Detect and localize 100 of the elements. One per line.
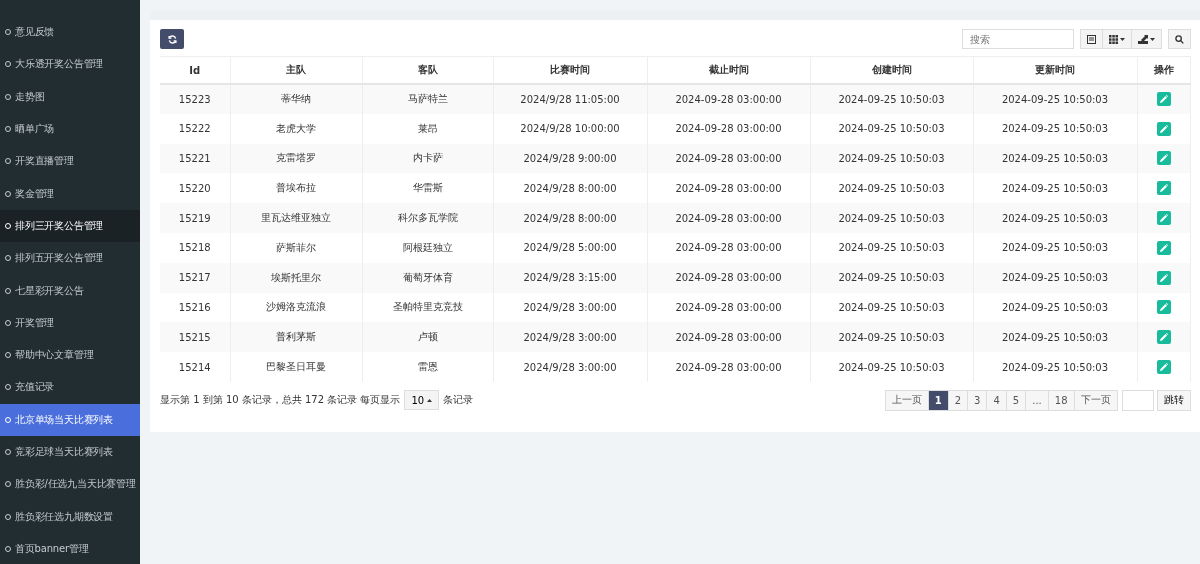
table-cell: 老虎大学 [230,113,362,144]
sidebar-item[interactable]: 排列三开奖公告管理 [0,209,140,243]
pencil-icon [1159,95,1168,104]
edit-button[interactable] [1156,151,1171,166]
table-cell: 2024-09-25 10:50:03 [810,352,973,382]
table-cell: 里瓦达维亚独立 [230,203,362,233]
refresh-icon [167,34,177,44]
edit-button[interactable] [1156,181,1171,196]
table-cell: 2024-09-25 10:50:03 [973,113,1137,144]
sidebar-item[interactable]: 晒单广场 [0,112,140,146]
jump-button[interactable]: 跳转 [1156,389,1191,411]
table-cell: 马萨特兰 [362,84,493,114]
table-cell: 阿根廷独立 [362,233,493,263]
page-button[interactable]: 1 [927,389,949,411]
table-cell: 埃斯托里尔 [230,262,362,293]
sidebar-item[interactable]: 开奖管理 [0,306,140,339]
page-button[interactable]: ... [1025,389,1049,411]
table-cell: 15222 [160,113,230,144]
page-button[interactable]: 18 [1047,389,1075,411]
sidebar-item[interactable]: 排列五开奖公告管理 [0,242,140,275]
table-cell: 2024-09-28 03:00:00 [647,262,810,293]
edit-button[interactable] [1156,270,1171,285]
toggle-view-button[interactable] [1079,29,1103,49]
caret-icon [1119,37,1125,41]
table-cell: 2024-09-25 10:50:03 [810,262,973,293]
refresh-button[interactable] [160,29,184,49]
table-cell: 2024-09-25 10:50:03 [973,84,1137,114]
pencil-icon [1159,243,1168,252]
table-cell: 15217 [160,262,230,293]
table-cell: 2024/9/28 3:00:00 [493,352,647,382]
table-cell: 2024/9/28 8:00:00 [493,203,647,233]
sidebar-item[interactable]: 开奖直播管理 [0,145,140,178]
page-button[interactable]: 下一页 [1073,389,1118,411]
table-cell: 2024-09-28 03:00:00 [647,203,810,233]
table-cell: 萨斯菲尔 [230,233,362,263]
page-button[interactable]: 上一页 [884,389,929,411]
table-cell: 15219 [160,203,230,233]
caret-icon [427,398,433,402]
search-field[interactable]: 搜索 [961,29,1074,49]
pencil-icon [1159,184,1168,193]
sidebar-item[interactable]: 走势图 [0,80,140,113]
table-cell: 15223 [160,84,230,114]
table-cell: 蒂华纳 [230,84,362,114]
sidebar-item[interactable]: 意见反馈 [0,16,140,49]
table-cell: 2024-09-25 10:50:03 [973,233,1137,263]
table-cell: 2024/9/28 11:05:00 [493,84,647,114]
edit-button[interactable] [1156,211,1171,226]
columns-button[interactable] [1101,29,1132,49]
sidebar-item[interactable]: 首页banner管理 [0,532,140,564]
sidebar-item[interactable]: 北京单场当天比赛列表 [0,403,140,436]
page-button[interactable]: 4 [986,389,1007,411]
sidebar-item[interactable]: 充值记录 [0,371,140,404]
table-cell: 2024-09-25 10:50:03 [973,352,1137,382]
pencil-icon [1159,273,1168,282]
table-cell: 2024-09-28 03:00:00 [647,233,810,263]
table-cell: 巴黎圣日耳曼 [230,352,362,382]
pencil-icon [1159,124,1168,133]
edit-button[interactable] [1156,330,1171,345]
edit-button[interactable] [1156,360,1171,375]
sidebar-item[interactable]: 帮助中心文章管理 [0,338,140,372]
pencil-icon [1159,363,1168,372]
pencil-icon [1159,154,1168,163]
table-cell: 2024/9/28 10:00:00 [493,113,647,144]
caret-icon [1149,37,1155,41]
sidebar-item[interactable]: 胜负彩任选九期数设置 [0,500,140,533]
pencil-icon [1159,333,1168,342]
table-cell: 15218 [160,233,230,263]
table-cell: 15214 [160,352,230,382]
export-icon [1137,34,1148,44]
records-label: 条记录 [443,393,474,408]
export-button[interactable] [1130,29,1162,49]
records-summary: 显示第 1 到第 10 条记录，总共 172 条记录 每页显示 [160,393,401,408]
edit-button[interactable] [1156,121,1171,136]
edit-button[interactable] [1156,240,1171,255]
table-cell: 2024/9/28 3:15:00 [493,262,647,293]
table-cell: 科尔多瓦学院 [362,203,493,233]
sidebar-item[interactable]: 胜负彩/任选九当天比赛管理 [0,468,140,501]
edit-button[interactable] [1156,300,1171,315]
table-cell: 雷恩 [362,352,493,382]
search-button[interactable] [1167,29,1191,49]
table-cell: 2024-09-25 10:50:03 [810,233,973,263]
table-cell: 2024-09-28 03:00:00 [647,84,810,114]
pencil-icon [1159,303,1168,312]
page-input[interactable] [1121,389,1154,411]
table-cell: 莱昂 [362,113,493,144]
sidebar-item[interactable]: 奖金管理 [0,177,140,210]
table-cell: 葡萄牙体育 [362,262,493,293]
sidebar-item[interactable]: 七星彩开奖公告 [0,274,140,307]
table-cell: 2024/9/28 5:00:00 [493,233,647,263]
table-cell: 2024-09-25 10:50:03 [810,113,973,144]
table-cell: 2024-09-28 03:00:00 [647,352,810,382]
page-size-dropdown[interactable]: 10 [404,390,440,411]
edit-button[interactable] [1156,92,1171,107]
table-cell: 2024-09-25 10:50:03 [973,203,1137,233]
grid-icon [1108,34,1118,44]
pencil-icon [1159,214,1168,223]
sidebar-item[interactable]: 竞彩足球当天比赛列表 [0,435,140,469]
sidebar-item[interactable]: 大乐透开奖公告管理 [0,48,140,81]
table-cell: 2024-09-25 10:50:03 [973,262,1137,293]
page-button[interactable]: 3 [967,389,988,411]
